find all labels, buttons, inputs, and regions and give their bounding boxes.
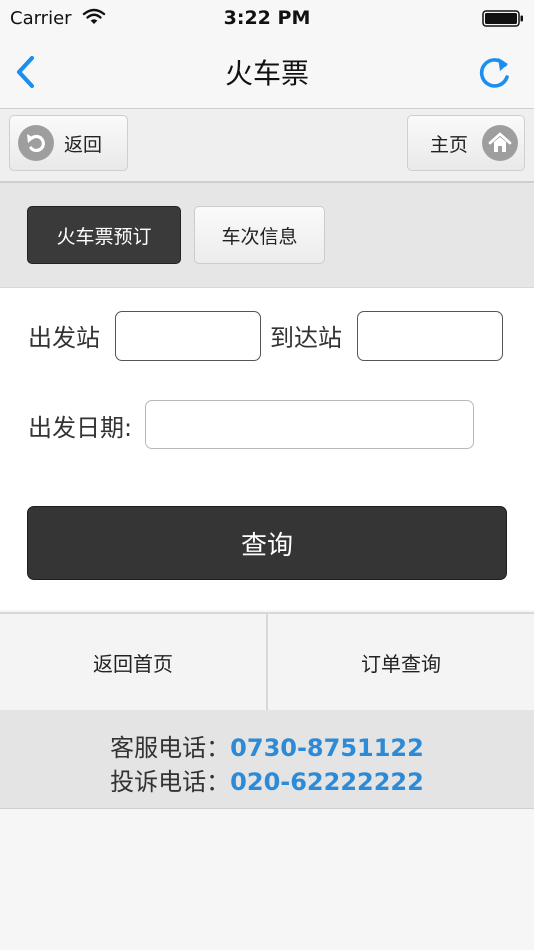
back-to-home-link[interactable]: 返回首页 [0, 614, 266, 710]
departure-station-label: 出发站 [28, 324, 100, 352]
back-circle-icon [18, 125, 54, 161]
complaint-phone-number[interactable]: 020-62222222 [230, 768, 424, 796]
back-button-label: 返回 [64, 133, 103, 156]
home-circle-icon [482, 125, 519, 161]
home-button[interactable]: 主页 [407, 115, 525, 171]
complaint-phone-row: 投诉电话：020-62222222 [0, 762, 534, 797]
search-form: 出发站 到达站 出发日期: 查询 [0, 288, 534, 610]
departure-date-input[interactable] [145, 400, 474, 449]
contact-info: 客服电话：0730-8751122 投诉电话：020-62222222 [0, 710, 534, 809]
refresh-icon[interactable] [474, 53, 514, 93]
battery-icon [482, 10, 523, 27]
tab-ticket-booking[interactable]: 火车票预订 [27, 206, 181, 264]
complaint-phone-label: 投诉电话： [110, 768, 231, 796]
status-bar: Carrier 3:22 PM [0, 0, 534, 38]
service-phone-row: 客服电话：0730-8751122 [0, 728, 534, 763]
arrival-station-input[interactable] [357, 311, 503, 361]
departure-station-input[interactable] [115, 311, 261, 361]
navigation-bar: 火车票 [0, 38, 534, 109]
page-background [0, 809, 534, 950]
arrival-station-label: 到达站 [270, 324, 342, 352]
tab-bar: 火车票预订 车次信息 [0, 183, 534, 288]
order-query-link[interactable]: 订单查询 [266, 614, 534, 710]
home-button-label: 主页 [430, 133, 469, 156]
departure-date-label: 出发日期: [28, 414, 133, 442]
toolbar: 返回 主页 [0, 109, 534, 183]
page-title: 火车票 [224, 57, 309, 90]
back-button[interactable]: 返回 [9, 115, 128, 171]
service-phone-number[interactable]: 0730-8751122 [230, 734, 424, 762]
clock: 3:22 PM [223, 7, 311, 29]
tab-train-info[interactable]: 车次信息 [194, 206, 325, 264]
query-button[interactable]: 查询 [27, 506, 507, 580]
bottom-nav: 返回首页 订单查询 [0, 612, 534, 710]
service-phone-label: 客服电话： [110, 734, 231, 762]
